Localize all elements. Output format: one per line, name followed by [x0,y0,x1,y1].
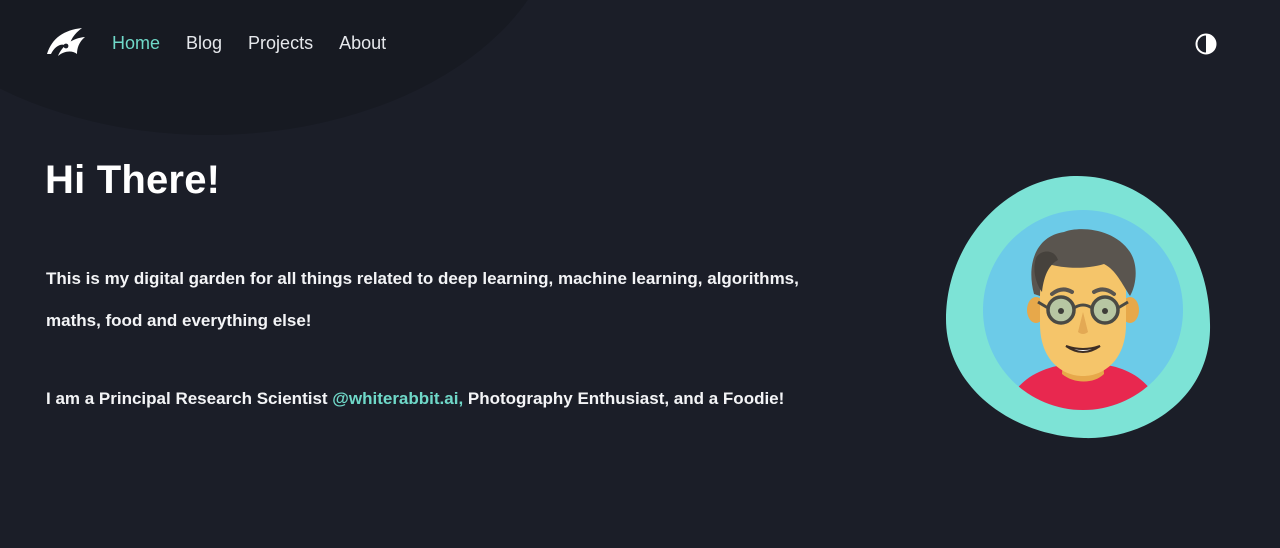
role-text: I am a Principal Research Scientist @whi… [46,384,784,414]
page-title: Hi There! [45,158,221,202]
nav-about[interactable]: About [339,33,386,54]
main-nav: Home Blog Projects About [112,33,386,54]
nav-blog[interactable]: Blog [186,33,222,54]
rabbit-logo-icon[interactable] [44,24,88,62]
role-suffix: Photography Enthusiast, and a Foodie! [463,389,785,408]
role-prefix: I am a Principal Research Scientist [46,389,333,408]
half-circle-contrast-icon[interactable] [1194,32,1218,56]
whiterabbit-link[interactable]: @whiterabbit.ai, [332,389,463,408]
nav-home[interactable]: Home [112,33,160,54]
intro-text: This is my digital garden for all things… [46,269,799,330]
page: Home Blog Projects About Hi There! This … [0,0,1280,548]
nav-projects[interactable]: Projects [248,33,313,54]
man-with-glasses-avatar [944,174,1214,442]
site-header: Home Blog Projects About [0,0,1280,88]
